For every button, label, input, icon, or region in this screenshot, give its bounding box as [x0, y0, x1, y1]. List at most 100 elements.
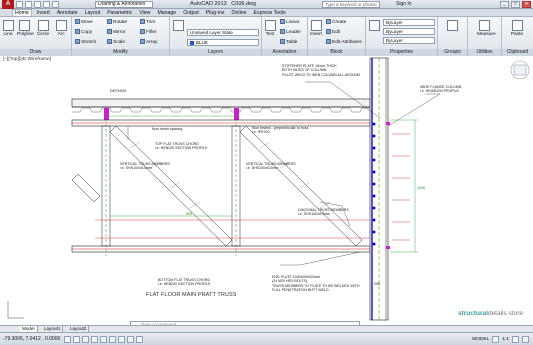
ribbon: Line Polyline Circle Arc Draw Move Rotat…: [0, 17, 533, 56]
color-select[interactable]: ByLayer: [383, 19, 435, 26]
tab-express-tools[interactable]: Express Tools: [252, 9, 288, 16]
modify-panel-title[interactable]: Modify: [72, 49, 169, 56]
tab-manage[interactable]: Manage: [155, 9, 178, 16]
move-tool[interactable]: Move: [75, 19, 93, 25]
circle-tool[interactable]: Circle: [36, 20, 50, 37]
measure-tool[interactable]: Measure: [477, 20, 496, 37]
tab-layout[interactable]: Layout: [83, 9, 103, 16]
rotate-tool[interactable]: Rotate: [107, 19, 127, 25]
tab-home[interactable]: Home: [12, 9, 32, 16]
minimize-button[interactable]: _: [500, 1, 509, 8]
table-tool[interactable]: Table: [280, 39, 297, 45]
polyline-icon: [18, 20, 30, 31]
ducs-toggle[interactable]: [118, 336, 125, 343]
fillet-tool[interactable]: Fillet: [140, 29, 156, 35]
layer-state-select[interactable]: Unsaved Layer State: [187, 29, 259, 36]
note-diagonals-line-2: i.e. SHS100x8.0mm: [298, 212, 330, 217]
workspace-selector[interactable]: Drafting & Annotation: [95, 1, 153, 8]
annotation-panel-title[interactable]: Annotation: [262, 49, 307, 56]
model-space-button[interactable]: MODEL: [472, 337, 489, 342]
search-input[interactable]: Type a keyword or phrase: [322, 1, 380, 8]
polar-toggle[interactable]: [91, 336, 98, 343]
tab-parametric[interactable]: Parametric: [105, 9, 134, 16]
mirror-icon: [107, 29, 112, 34]
new-icon[interactable]: [16, 1, 23, 8]
file-name: C006.dwg: [231, 1, 257, 7]
stretch-tool[interactable]: Stretch: [75, 39, 96, 45]
clipboard-panel: Paste Clipboard: [502, 17, 533, 56]
paste-tool[interactable]: Paste: [510, 20, 524, 37]
insert-tool[interactable]: Insert: [309, 20, 323, 37]
undo-icon[interactable]: [43, 1, 50, 8]
linear-tool[interactable]: Linear: [280, 19, 299, 25]
match-properties-tool[interactable]: [367, 20, 381, 32]
tab-insert[interactable]: Insert: [35, 9, 52, 16]
draw-panel-title[interactable]: Draw: [0, 49, 71, 56]
note-stiffener: STIFFENER PLATE 10mm THICK BOTH SIDES OF…: [282, 64, 360, 77]
redo-icon[interactable]: [52, 1, 59, 8]
note-vertical-right: VERTICAL TRUSS MEMBERS i.e. SHS100x8.0mm: [246, 162, 296, 171]
layer-properties-tool[interactable]: [171, 20, 185, 32]
workspace-switch-icon[interactable]: [512, 336, 519, 343]
tab-output[interactable]: Output: [181, 9, 201, 16]
open-icon[interactable]: [25, 1, 32, 8]
diagonal-hatch: [129, 141, 331, 209]
mirror-tool[interactable]: Mirror: [107, 29, 126, 35]
tab-view[interactable]: View: [137, 9, 152, 16]
drafting-toggles: [64, 336, 143, 343]
trim-tool[interactable]: Trim: [140, 19, 155, 25]
quick-view-layouts-icon[interactable]: [492, 336, 500, 343]
grid-toggle[interactable]: [73, 336, 80, 343]
annotation-scale[interactable]: 1:1: [502, 337, 509, 342]
group-tool[interactable]: [445, 20, 459, 32]
drawing-title: FLAT FLOOR MAIN PRATT TRUSS: [146, 292, 237, 298]
note-floor-beams: floor beams - perpendicular to truss i.e…: [252, 126, 309, 135]
edit-attributes-tool[interactable]: Edit Attributes: [326, 39, 362, 45]
leader-tool[interactable]: Leader: [280, 29, 301, 35]
drawing-canvas[interactable]: [–][Top][2D Wireframe] DECKING STIFFENER…: [0, 56, 533, 325]
modify-panel: Move Rotate Trim Copy Mirror Fillet Stre…: [72, 17, 170, 56]
snap-toggle[interactable]: [64, 336, 71, 343]
ortho-toggle[interactable]: [82, 336, 89, 343]
diagonal-members: [71, 125, 363, 247]
arc-tool[interactable]: Arc: [54, 20, 68, 37]
layers-panel: Unsaved Layer State BLUE Layers: [170, 17, 262, 56]
array-tool[interactable]: Array: [140, 39, 157, 45]
osnap-toggle[interactable]: [100, 336, 107, 343]
copy-tool[interactable]: Copy: [75, 29, 92, 35]
properties-panel-title[interactable]: Properties: [366, 49, 437, 56]
text-tool[interactable]: Text: [263, 20, 277, 37]
trim-label: Trim: [146, 19, 156, 25]
tab-annotate[interactable]: Annotate: [55, 9, 80, 16]
close-button[interactable]: ✕: [522, 1, 531, 8]
lineweight-select[interactable]: ByLayer: [383, 37, 435, 44]
block-panel-title[interactable]: Block: [308, 49, 365, 56]
maximize-button[interactable]: □: [511, 1, 520, 8]
linetype-select[interactable]: ByLayer: [383, 28, 435, 35]
edit-block-tool[interactable]: Edit: [326, 29, 340, 35]
layers-panel-title[interactable]: Layers: [170, 49, 261, 56]
scale-tool[interactable]: Scale: [107, 39, 125, 45]
utilities-panel-title[interactable]: Utilities: [468, 49, 501, 56]
viewcube[interactable]: [510, 60, 530, 80]
edit-block-icon: [326, 29, 331, 34]
layer-properties-icon: [172, 20, 184, 31]
current-layer-select[interactable]: BLUE: [187, 39, 259, 46]
note-end-plate: END PLATE 1040x250x20mm (2x M20 HEX BOLT…: [272, 275, 360, 293]
application-menu-button[interactable]: A: [2, 0, 14, 9]
polyline-tool[interactable]: Polyline: [17, 20, 34, 37]
settings-icon[interactable]: [522, 336, 529, 343]
wide-flange-column: [369, 57, 389, 321]
dyn-toggle[interactable]: [127, 336, 134, 343]
create-block-tool[interactable]: Create: [326, 19, 346, 25]
tab-online[interactable]: Online: [230, 9, 249, 16]
window-title: AutoCAD 2013 C006.dwg: [190, 1, 256, 7]
save-icon[interactable]: [34, 1, 41, 8]
sign-in-button[interactable]: Sign In: [396, 1, 412, 7]
clipboard-panel-title[interactable]: Clipboard: [502, 49, 533, 56]
lineweight-toggle[interactable]: [136, 336, 143, 343]
tab-plug-ins[interactable]: Plug-ins: [204, 9, 227, 16]
line-tool[interactable]: Line: [1, 20, 15, 37]
groups-panel-title[interactable]: Groups: [438, 49, 467, 56]
otrack-toggle[interactable]: [109, 336, 116, 343]
